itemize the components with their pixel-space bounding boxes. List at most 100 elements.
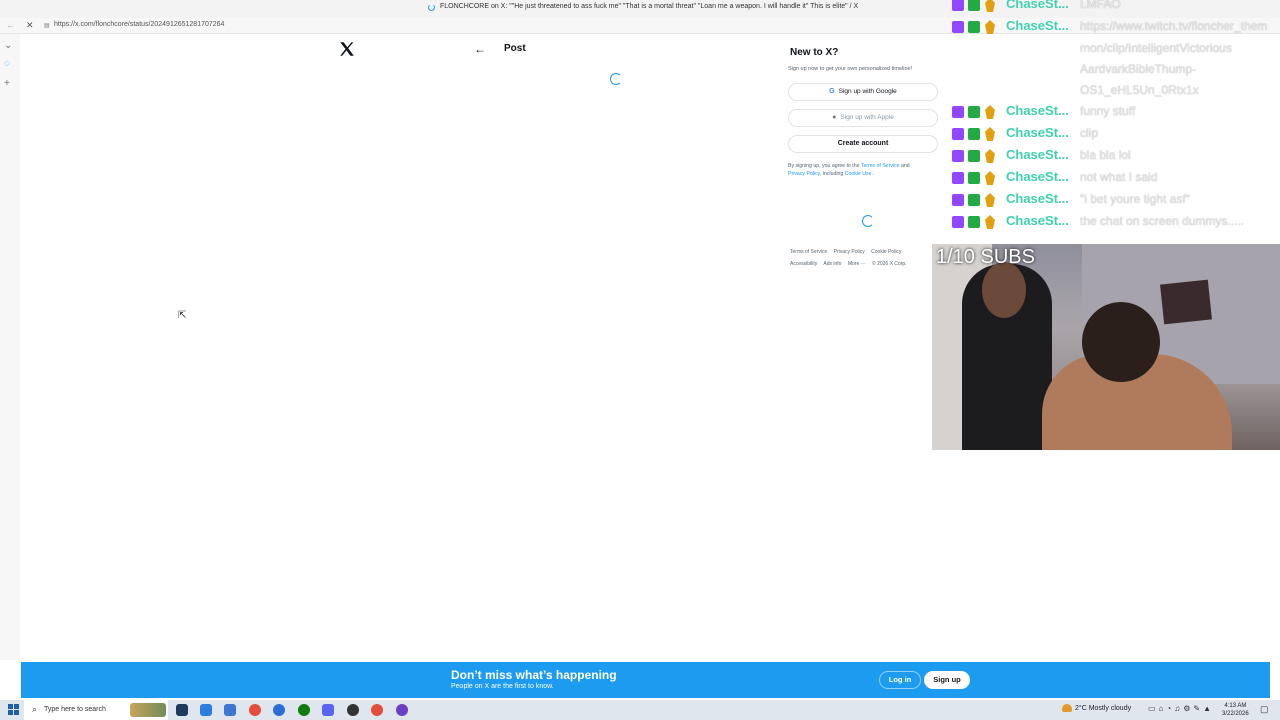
crown-badge-icon: [985, 0, 995, 12]
cookie-link[interactable]: Cookie Use.: [845, 171, 873, 177]
footer-link[interactable]: More ···: [848, 261, 866, 267]
sidebar-loading-icon: [862, 215, 874, 227]
weather-text: 2°C Mostly cloudy: [1075, 704, 1132, 712]
loading-tab-icon[interactable]: ◌: [4, 58, 10, 69]
chat-username: ChaseSt...: [1006, 147, 1069, 162]
back-icon[interactable]: ←: [6, 20, 15, 30]
page-title: Post: [504, 43, 526, 54]
twitch-badge-icon: [952, 21, 964, 33]
chevron-down-icon[interactable]: ⌄: [4, 40, 12, 51]
chat-text: https://www.twitch.tv/floncher_them: [1080, 19, 1268, 33]
chat-message: ChaseSt... the chat on screen dummys....…: [948, 213, 1280, 235]
search-highlight-image: [130, 703, 166, 717]
apple-signup-button[interactable]: ● Sign up with Apple: [788, 109, 938, 127]
chat-username: ChaseSt...: [1006, 18, 1069, 33]
crown-badge-icon: [985, 193, 995, 207]
signup-panel: New to X? Sign up now to get your own pe…: [782, 42, 942, 202]
tab-loading-icon: [428, 4, 435, 11]
browser-sidebar: ⌄ ◌ +: [0, 34, 20, 660]
chat-username: ChaseSt...: [1006, 191, 1069, 206]
chat-message: ChaseSt... "i bet youre tight asf": [948, 191, 1280, 213]
check-badge-icon: [968, 128, 980, 140]
footer-link[interactable]: Terms of Service: [790, 249, 827, 255]
apple-signup-label: Sign up with Apple: [840, 114, 894, 121]
x-logo-icon[interactable]: [338, 40, 356, 58]
twitch-badge-icon: [952, 150, 964, 162]
footer-copyright: © 2026 X Corp.: [872, 261, 907, 267]
task-view-icon[interactable]: [176, 704, 188, 716]
banner-heading: Don’t miss what’s happening: [451, 668, 617, 682]
terms-and: and: [900, 163, 910, 169]
add-tab-icon[interactable]: +: [4, 78, 10, 89]
chat-message: ChaseSt... clip: [948, 125, 1280, 147]
sub-goal-counter: 1/10 SUBS: [936, 246, 1035, 268]
crown-badge-icon: [985, 20, 995, 34]
chat-username: ChaseSt...: [1006, 169, 1069, 184]
check-badge-icon: [968, 0, 980, 11]
chat-message: ChaseSt... bla bla lol: [948, 147, 1280, 169]
browser-icon[interactable]: [273, 704, 285, 716]
privacy-link[interactable]: Privacy Policy: [788, 171, 820, 177]
terms-including: , including: [819, 171, 844, 177]
notification-icon[interactable]: ▢: [1260, 704, 1269, 715]
edge-icon[interactable]: [200, 704, 212, 716]
check-badge-icon: [968, 216, 980, 228]
back-arrow-icon[interactable]: ←: [474, 42, 486, 56]
windows-taskbar: ⌕ Type here to search 2°C Mostly cloudy …: [0, 700, 1280, 720]
chat-text: "i bet youre tight asf": [1080, 192, 1190, 206]
footer-link[interactable]: Ads info: [823, 261, 841, 267]
weather-widget[interactable]: 2°C Mostly cloudy: [1062, 704, 1131, 712]
start-icon[interactable]: [8, 704, 19, 715]
chat-text: not what I said: [1080, 170, 1158, 184]
check-badge-icon: [968, 21, 980, 33]
check-badge-icon: [968, 106, 980, 118]
chat-message: ChaseSt... not what I said: [948, 169, 1280, 191]
chat-username: ChaseSt...: [1006, 125, 1069, 140]
url-field[interactable]: https://x.com/flonchcore/status/20249126…: [54, 21, 224, 28]
twitch-badge-icon: [952, 128, 964, 140]
taskbar-clock[interactable]: 4:13 AM 3/22/2026: [1222, 702, 1249, 718]
app-icon[interactable]: [396, 704, 408, 716]
banner-subtext: People on X are the first to know.: [451, 683, 554, 690]
footer-link[interactable]: Privacy Policy: [834, 249, 865, 255]
store-icon[interactable]: [224, 704, 236, 716]
webcam-head-left: [982, 262, 1026, 318]
signup-terms: By signing up, you agree to the Terms of…: [788, 162, 948, 178]
taskbar-search[interactable]: ⌕ Type here to search: [24, 700, 168, 720]
chrome-alt-icon[interactable]: [371, 704, 383, 716]
chat-text: clip: [1080, 126, 1099, 140]
login-button[interactable]: Log in: [879, 671, 921, 689]
footer-link[interactable]: Accessibility: [790, 261, 817, 267]
create-account-button[interactable]: Create account: [788, 135, 938, 153]
discord-icon[interactable]: [322, 704, 334, 716]
twitch-badge-icon: [952, 194, 964, 206]
signup-button[interactable]: Sign up: [924, 671, 970, 689]
crown-badge-icon: [985, 127, 995, 141]
footer-link[interactable]: Cookie Policy: [871, 249, 901, 255]
obs-icon[interactable]: [347, 704, 359, 716]
system-tray-icons[interactable]: ▭⌂◔♫⚙✎▲: [1148, 704, 1214, 713]
twitch-badge-icon: [952, 106, 964, 118]
stop-loading-icon[interactable]: ✕: [26, 20, 34, 31]
crown-badge-icon: [985, 105, 995, 119]
footer-links: Terms of Service Privacy Policy Cookie P…: [790, 246, 935, 270]
chrome-icon[interactable]: [249, 704, 261, 716]
check-badge-icon: [968, 194, 980, 206]
google-icon: G: [829, 88, 835, 95]
post-loading-icon: [610, 73, 622, 85]
chat-text-wrap: mon/clip/IntelligentVictorious: [1080, 41, 1232, 55]
chat-text: funny stuff: [1080, 104, 1136, 118]
weather-icon: [1062, 704, 1072, 712]
xbox-icon[interactable]: [298, 704, 310, 716]
terms-link[interactable]: Terms of Service: [861, 163, 900, 169]
chat-text: LMFAO: [1080, 0, 1121, 11]
clock-date: 3/22/2026: [1222, 711, 1249, 717]
tab-title[interactable]: FLONCHCORE on X: ""He just threatened to…: [440, 3, 858, 10]
site-info-icon[interactable]: ▤: [44, 22, 50, 29]
google-signup-button[interactable]: G Sign up with Google: [788, 83, 938, 101]
chat-message: ChaseSt... LMFAO: [948, 0, 1280, 18]
clock-time: 4:13 AM: [1224, 703, 1247, 709]
webcam-feed: 1/10 SUBS: [932, 244, 1280, 450]
webcam-head-right: [1082, 302, 1160, 382]
crown-badge-icon: [985, 215, 995, 229]
